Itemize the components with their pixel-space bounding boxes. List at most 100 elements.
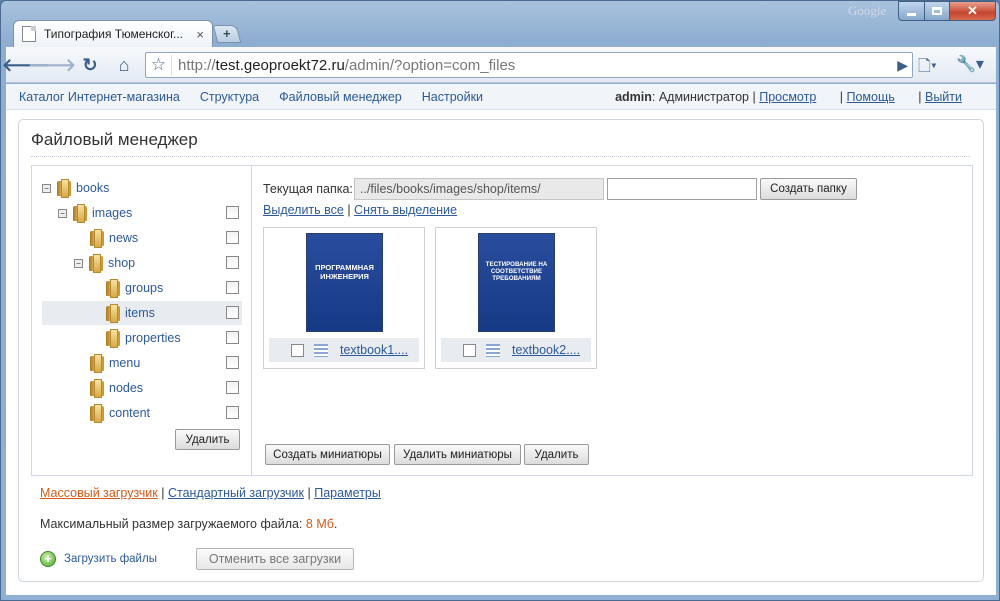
- current-folder-label: Текущая папка:: [263, 182, 353, 196]
- cover-title: ТЕСТИРОВАНИЕ НА СООТВЕТСТВИЕ ТРЕБОВАНИЯМ: [485, 261, 548, 283]
- tree-node-label[interactable]: news: [109, 231, 138, 245]
- tree-node-checkbox[interactable]: [226, 356, 239, 369]
- page-menu-button[interactable]: 🗋▾: [918, 55, 948, 82]
- nav-file-manager[interactable]: Файловый менеджер: [279, 90, 402, 104]
- max-size-end: .: [333, 517, 338, 531]
- folder-icon: [89, 253, 103, 273]
- file-manager: − books − images news − shop groups item…: [31, 165, 973, 476]
- tree-node-checkbox[interactable]: [226, 206, 239, 219]
- delete-thumbnails-button[interactable]: Удалить миниатюры: [394, 444, 521, 465]
- add-icon[interactable]: +: [40, 551, 56, 567]
- tree-node-groups[interactable]: groups: [42, 276, 242, 300]
- url-host: test.geoproekt72.ru: [215, 56, 345, 74]
- tree-node-nodes[interactable]: nodes: [42, 376, 242, 400]
- reload-icon: ↻: [82, 54, 98, 75]
- tree-node-label[interactable]: shop: [108, 256, 135, 270]
- collapse-icon[interactable]: −: [58, 208, 67, 218]
- file-card[interactable]: ТЕСТИРОВАНИЕ НА СООТВЕТСТВИЕ ТРЕБОВАНИЯМ…: [435, 227, 597, 369]
- new-tab-button[interactable]: +: [212, 25, 242, 43]
- maximize-button[interactable]: [924, 1, 950, 21]
- upload-files[interactable]: + Загрузить файлы: [40, 551, 157, 567]
- folder-icon: [90, 228, 104, 248]
- collapse-icon[interactable]: −: [74, 258, 83, 268]
- tree-node-items[interactable]: items: [42, 301, 242, 325]
- tree-node-checkbox[interactable]: [226, 281, 239, 294]
- tree-node-label[interactable]: nodes: [109, 381, 143, 395]
- reload-button[interactable]: ↻: [77, 52, 103, 78]
- tree-node-images[interactable]: − images: [42, 201, 242, 225]
- tree-node-checkbox[interactable]: [226, 231, 239, 244]
- tree-node-label[interactable]: books: [76, 181, 109, 195]
- tree-node-checkbox[interactable]: [226, 256, 239, 269]
- file-checkbox[interactable]: [463, 343, 476, 357]
- tree-node-label[interactable]: items: [125, 306, 155, 320]
- view-link[interactable]: Просмотр: [759, 90, 816, 104]
- deselect-link[interactable]: Снять выделение: [354, 203, 457, 217]
- window-close-button[interactable]: ✕: [949, 1, 996, 21]
- tree-node-news[interactable]: news: [42, 226, 242, 250]
- address-url[interactable]: http://test.geoproekt72.ru/admin/?option…: [172, 57, 515, 74]
- star-icon[interactable]: ☆: [146, 55, 172, 75]
- user-name: admin: [615, 90, 652, 104]
- delete-folders-button[interactable]: Удалить: [175, 429, 240, 450]
- cover-title: ПРОГРАММНАЯ ИНЖЕНЕРИЯ: [315, 263, 374, 281]
- help-link[interactable]: Помощь: [847, 90, 895, 104]
- file-thumbnail[interactable]: ПРОГРАММНАЯ ИНЖЕНЕРИЯ: [306, 233, 383, 332]
- create-thumbnails-button[interactable]: Создать миниатюры: [265, 444, 390, 465]
- go-icon[interactable]: ▶: [897, 57, 908, 74]
- mass-uploader-link[interactable]: Массовый загрузчик: [40, 486, 158, 500]
- selection-links: Выделить все | Снять выделение: [263, 203, 457, 217]
- separator: |: [343, 203, 355, 217]
- minimize-button[interactable]: [898, 1, 925, 21]
- file-name-link[interactable]: textbook2....: [512, 343, 580, 357]
- page-icon: [22, 26, 36, 42]
- tree-node-checkbox[interactable]: [226, 406, 239, 419]
- nav-catalog[interactable]: Каталог Интернет-магазина: [19, 90, 180, 104]
- tab-close-icon[interactable]: ×: [196, 27, 204, 42]
- nav-structure[interactable]: Структура: [200, 90, 259, 104]
- tree-node-label[interactable]: groups: [125, 281, 163, 295]
- tree-node-shop[interactable]: − shop: [42, 251, 242, 275]
- tree-node-label[interactable]: images: [92, 206, 132, 220]
- logout-link[interactable]: Выйти: [925, 90, 962, 104]
- current-folder-path: ../files/books/images/shop/items/: [354, 178, 604, 200]
- file-thumbnail[interactable]: ТЕСТИРОВАНИЕ НА СООТВЕТСТВИЕ ТРЕБОВАНИЯМ: [478, 233, 555, 332]
- user-role: : Администратор |: [651, 90, 760, 104]
- tree-node-books[interactable]: − books: [42, 176, 242, 200]
- select-all-link[interactable]: Выделить все: [263, 203, 344, 217]
- tree-node-checkbox[interactable]: [226, 306, 239, 319]
- new-folder-input[interactable]: [607, 178, 757, 200]
- forward-button[interactable]: 🡒: [28, 52, 76, 78]
- file-checkbox[interactable]: [291, 343, 304, 357]
- file-manager-panel: Файловый менеджер − books − images news …: [18, 119, 984, 582]
- browser-window: Типография Тюменског... × + Google ✕ 🡐 🡒…: [0, 0, 1000, 601]
- tree-node-label[interactable]: menu: [109, 356, 140, 370]
- create-folder-button[interactable]: Создать папку: [760, 178, 857, 200]
- tree-node-properties[interactable]: properties: [42, 326, 242, 350]
- tree-node-label[interactable]: properties: [125, 331, 181, 345]
- settings-menu-button[interactable]: 🔧▾: [956, 54, 986, 74]
- parameters-link[interactable]: Параметры: [314, 486, 381, 500]
- address-bar[interactable]: ☆ http://test.geoproekt72.ru/admin/?opti…: [145, 52, 913, 78]
- upload-files-link[interactable]: Загрузить файлы: [64, 553, 157, 565]
- home-button[interactable]: ⌂: [111, 52, 137, 78]
- collapse-icon[interactable]: −: [42, 183, 51, 193]
- minimize-icon: [907, 12, 916, 16]
- standard-uploader-link[interactable]: Стандартный загрузчик: [168, 486, 304, 500]
- folder-icon: [90, 403, 104, 423]
- tree-node-label[interactable]: content: [109, 406, 150, 420]
- cancel-all-uploads-button[interactable]: Отменить все загрузки: [196, 548, 354, 570]
- details-icon[interactable]: [314, 343, 328, 357]
- file-card[interactable]: ПРОГРАММНАЯ ИНЖЕНЕРИЯ textbook1....: [263, 227, 425, 369]
- separator: |: [914, 90, 925, 104]
- browser-tab[interactable]: Типография Тюменског... ×: [13, 20, 213, 47]
- tree-node-checkbox[interactable]: [226, 381, 239, 394]
- tree-node-menu[interactable]: menu: [42, 351, 242, 375]
- file-name-link[interactable]: textbook1....: [340, 343, 408, 357]
- details-icon[interactable]: [486, 343, 500, 357]
- tree-node-content[interactable]: content: [42, 401, 242, 425]
- nav-settings[interactable]: Настройки: [422, 90, 483, 104]
- tree-node-checkbox[interactable]: [226, 331, 239, 344]
- delete-files-button[interactable]: Удалить: [524, 444, 589, 465]
- max-size-value: 8 Мб: [305, 517, 334, 531]
